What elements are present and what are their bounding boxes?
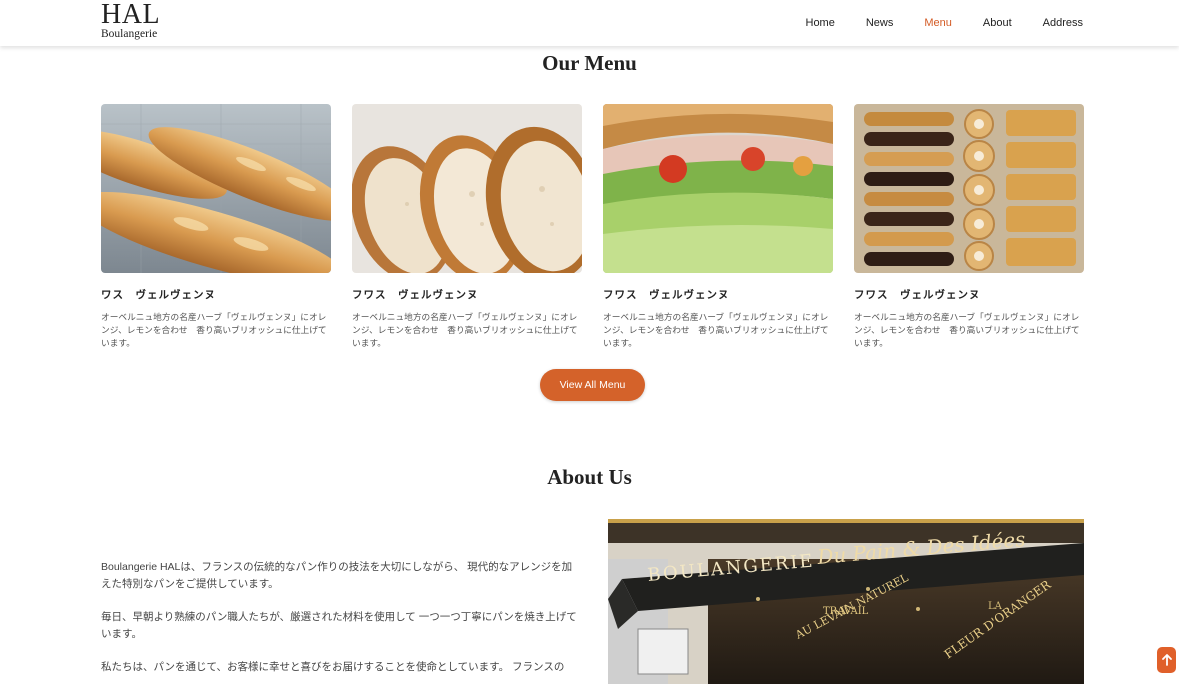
menu-card[interactable]: フワス ヴェルヴェンヌ オーベルニュ地方の名産ハーブ「ヴェルヴェンヌ」にオレンジ…: [854, 104, 1084, 350]
main-nav: Home News Menu About Address: [775, 16, 1084, 30]
logo[interactable]: HAL Boulangerie: [101, 0, 161, 41]
menu-card[interactable]: フワス ヴェルヴェンヌ オーベルニュ地方の名産ハーブ「ヴェルヴェンヌ」にオレンジ…: [603, 104, 833, 350]
nav-menu[interactable]: Menu: [924, 16, 952, 30]
view-all-menu-button[interactable]: View All Menu: [540, 369, 645, 401]
menu-card[interactable]: フワス ヴェルヴェンヌ オーベルニュ地方の名産ハーブ「ヴェルヴェンヌ」にオレンジ…: [352, 104, 582, 350]
menu-cards: ワス ヴェルヴェンヌ オーベルニュ地方の名産ハーブ「ヴェルヴェンヌ」にオレンジ、…: [101, 104, 1084, 354]
nav-about[interactable]: About: [983, 16, 1012, 30]
logo-sub-text: Boulangerie: [101, 28, 158, 40]
about-paragraph: Boulangerie HALは、フランスの伝統的なパン作りの技法を大切にしなが…: [101, 561, 573, 590]
menu-item-name: フワス ヴェルヴェンヌ: [854, 289, 981, 301]
about-paragraph: 私たちは、パンを通じて、お客様に幸せと喜びをお届けすることを使命としています。 …: [101, 661, 565, 673]
logo-main-text: HAL: [101, 0, 161, 30]
menu-item-description: オーベルニュ地方の名産ハーブ「ヴェルヴェンヌ」にオレンジ、レモンを合わせ 香り高…: [352, 312, 578, 348]
menu-section-title: Our Menu: [542, 51, 637, 75]
menu-item-description: オーベルニュ地方の名産ハーブ「ヴェルヴェンヌ」にオレンジ、レモンを合わせ 香り高…: [854, 312, 1080, 348]
pastries-image: [854, 104, 1084, 273]
about-paragraph: 毎日、早朝より熟練のパン職人たちが、厳選された材料を使用して 一つ一つ丁寧にパン…: [101, 611, 577, 640]
nav-news[interactable]: News: [866, 16, 894, 30]
arrow-up-icon: [1161, 654, 1172, 666]
baguette-image: [101, 104, 331, 273]
menu-card[interactable]: ワス ヴェルヴェンヌ オーベルニュ地方の名産ハーブ「ヴェルヴェンヌ」にオレンジ、…: [101, 104, 331, 350]
storefront-sign-corner: LA: [988, 601, 1003, 612]
sandwich-image: [603, 104, 833, 273]
menu-item-name: フワス ヴェルヴェンヌ: [352, 289, 479, 301]
menu-item-description: オーベルニュ地方の名産ハーブ「ヴェルヴェンヌ」にオレンジ、レモンを合わせ 香り高…: [603, 312, 829, 348]
menu-item-description: オーベルニュ地方の名産ハーブ「ヴェルヴェンヌ」にオレンジ、レモンを合わせ 香り高…: [101, 312, 327, 348]
nav-address[interactable]: Address: [1043, 16, 1083, 30]
scroll-to-top-button[interactable]: [1157, 647, 1176, 673]
menu-item-name: ワス ヴェルヴェンヌ: [101, 289, 216, 301]
sliced-bread-image: [352, 104, 582, 273]
bakery-storefront-image: BOULANGERIE Du Pain & Des Idées TRAVAIL …: [608, 519, 1084, 684]
menu-item-name: フワス ヴェルヴェンヌ: [603, 289, 730, 301]
site-header: HAL Boulangerie Home News Menu About Add…: [0, 0, 1179, 46]
about-section-title: About Us: [547, 465, 632, 489]
about-text: Boulangerie HALは、フランスの伝統的なパン作りの技法を大切にしなが…: [101, 559, 577, 684]
nav-home[interactable]: Home: [806, 16, 835, 30]
